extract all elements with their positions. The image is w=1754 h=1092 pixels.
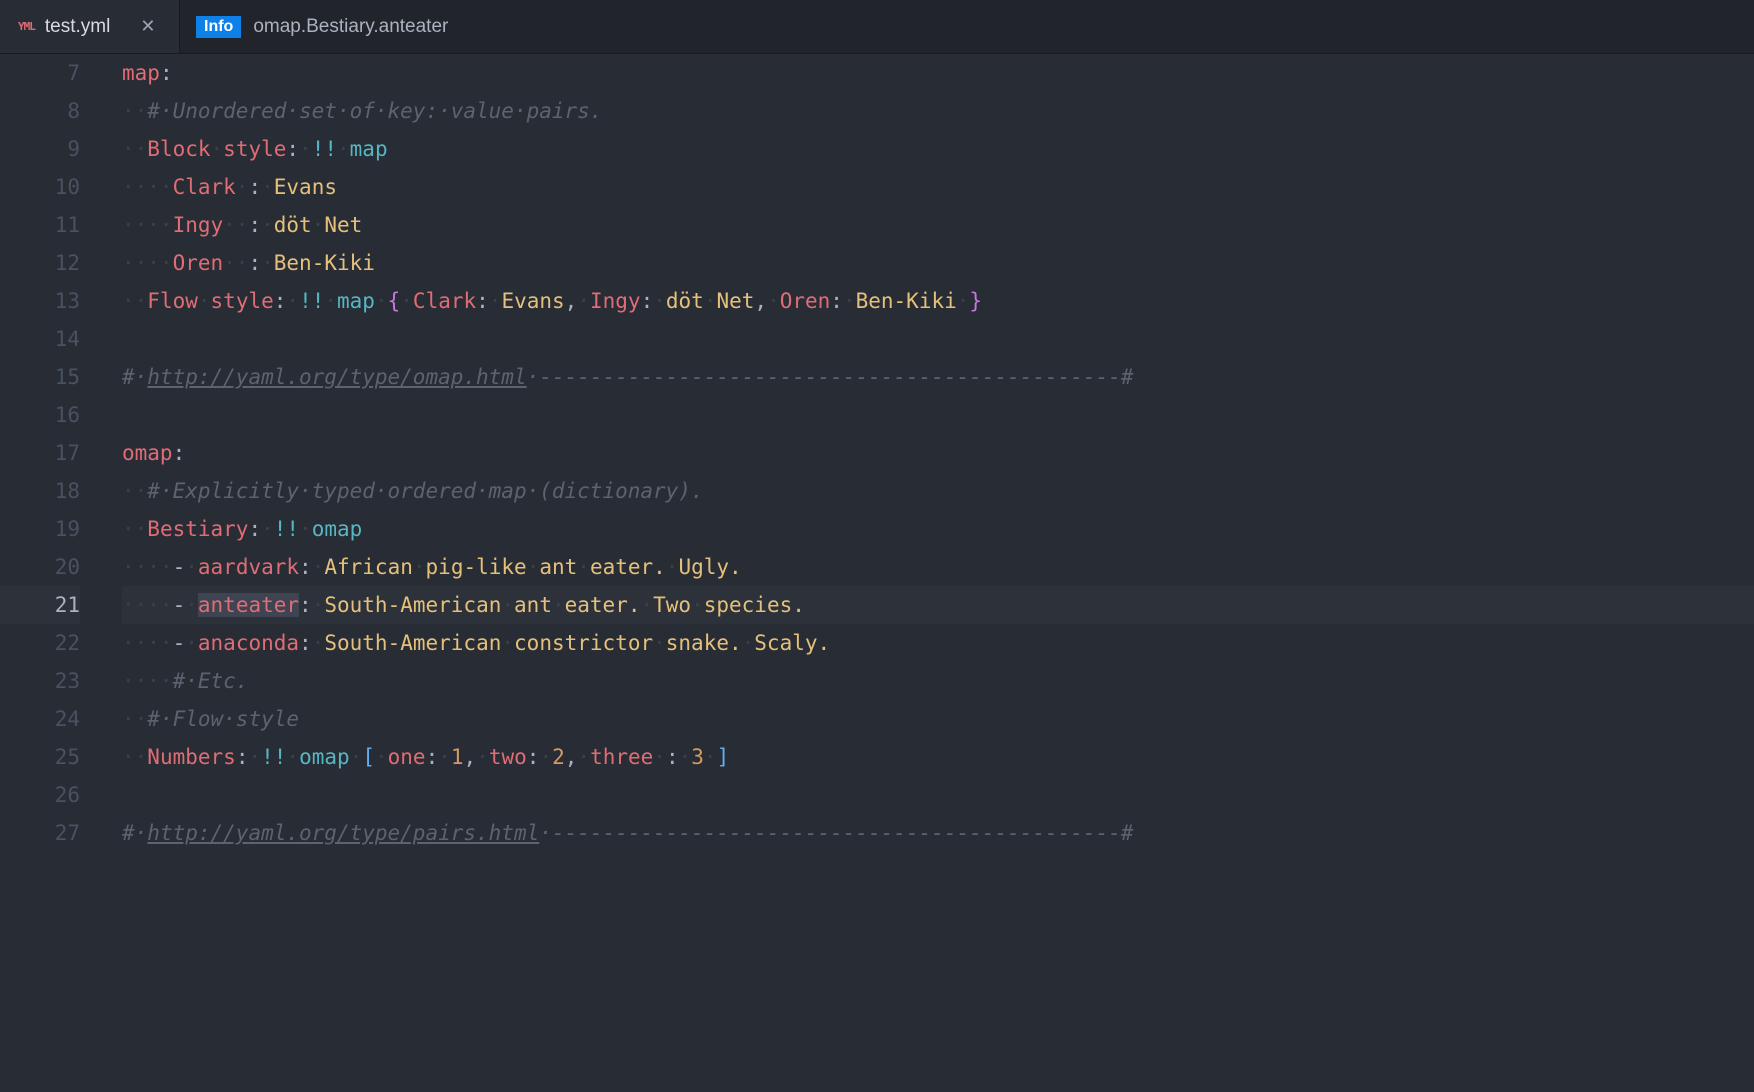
gutter: 789101112131415161718192021222324252627 xyxy=(0,54,100,1092)
code-line[interactable] xyxy=(122,776,1754,814)
line-number: 27 xyxy=(0,814,80,852)
close-icon[interactable]: ✕ xyxy=(140,16,155,37)
code-line[interactable] xyxy=(122,320,1754,358)
line-number: 17 xyxy=(0,434,80,472)
code-line[interactable]: ··Numbers:·!!·omap·[·one:·1,·two:·2,·thr… xyxy=(122,738,1754,776)
code-line[interactable]: ····-·anaconda:·South-American·constrict… xyxy=(122,624,1754,662)
code-line[interactable]: ····Oren··:·Ben-Kiki xyxy=(122,244,1754,282)
code-line[interactable]: ····-·aardvark:·African·pig-like·ant·eat… xyxy=(122,548,1754,586)
code-line[interactable]: ····Ingy··:·döt·Net xyxy=(122,206,1754,244)
code-area[interactable]: map:··#·Unordered·set·of·key:·value·pair… xyxy=(100,54,1754,1092)
line-number: 23 xyxy=(0,662,80,700)
tab-test-yml[interactable]: YML test.yml ✕ xyxy=(0,0,180,53)
line-number: 12 xyxy=(0,244,80,282)
line-number: 13 xyxy=(0,282,80,320)
code-line[interactable]: map: xyxy=(122,54,1754,92)
breadcrumb-path: omap.Bestiary.anteater xyxy=(253,16,448,38)
code-line[interactable]: ··#·Unordered·set·of·key:·value·pairs. xyxy=(122,92,1754,130)
code-line[interactable]: ··Flow·style:·!!·map·{·Clark:·Evans,·Ing… xyxy=(122,282,1754,320)
tab-bar: YML test.yml ✕ Info omap.Bestiary.anteat… xyxy=(0,0,1754,54)
line-number: 19 xyxy=(0,510,80,548)
code-line[interactable]: ····Clark·:·Evans xyxy=(122,168,1754,206)
code-line[interactable]: ··Block·style:·!!·map xyxy=(122,130,1754,168)
code-line[interactable]: #·http://yaml.org/type/omap.html·-------… xyxy=(122,358,1754,396)
info-badge: Info xyxy=(196,16,241,38)
line-number: 25 xyxy=(0,738,80,776)
line-number: 15 xyxy=(0,358,80,396)
line-number: 20 xyxy=(0,548,80,586)
line-number: 10 xyxy=(0,168,80,206)
line-number: 26 xyxy=(0,776,80,814)
line-number: 22 xyxy=(0,624,80,662)
breadcrumb[interactable]: Info omap.Bestiary.anteater xyxy=(180,0,464,53)
code-line[interactable]: ··Bestiary:·!!·omap xyxy=(122,510,1754,548)
line-number: 18 xyxy=(0,472,80,510)
line-number: 21 xyxy=(0,586,80,624)
line-number: 9 xyxy=(0,130,80,168)
line-number: 14 xyxy=(0,320,80,358)
code-line[interactable]: ··#·Explicitly·typed·ordered·map·(dictio… xyxy=(122,472,1754,510)
tab-label: test.yml xyxy=(45,16,110,38)
line-number: 8 xyxy=(0,92,80,130)
code-line[interactable] xyxy=(122,396,1754,434)
editor[interactable]: 789101112131415161718192021222324252627 … xyxy=(0,54,1754,1092)
line-number: 11 xyxy=(0,206,80,244)
code-line[interactable]: ··#·Flow·style xyxy=(122,700,1754,738)
code-line[interactable]: ····-·anteater:·South-American·ant·eater… xyxy=(122,586,1754,624)
code-line[interactable]: omap: xyxy=(122,434,1754,472)
line-number: 24 xyxy=(0,700,80,738)
code-line[interactable]: #·http://yaml.org/type/pairs.html·------… xyxy=(122,814,1754,852)
yaml-file-icon: YML xyxy=(18,20,35,33)
line-number: 16 xyxy=(0,396,80,434)
line-number: 7 xyxy=(0,54,80,92)
code-line[interactable]: ····#·Etc. xyxy=(122,662,1754,700)
